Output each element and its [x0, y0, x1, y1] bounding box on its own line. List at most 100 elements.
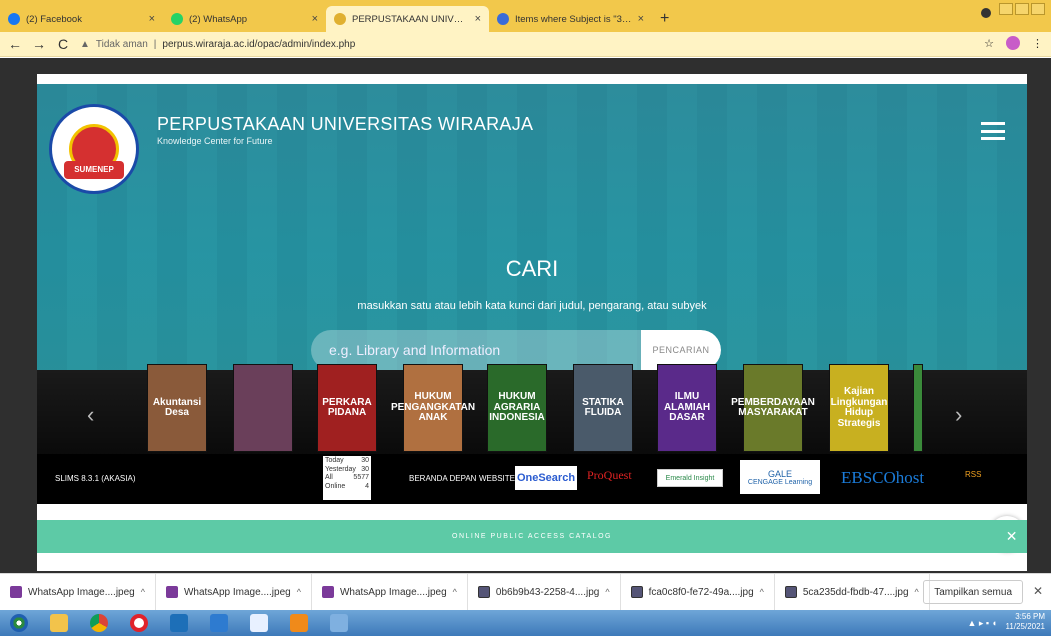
slims-version: SLIMS 8.3.1 (AKASIA) — [55, 474, 136, 483]
image-file-icon — [784, 586, 797, 598]
download-item[interactable]: fca0c8f0-fe72-49a....jpg ^ — [621, 573, 775, 611]
proquest-logo[interactable]: ProQuest — [587, 468, 632, 483]
book-cover[interactable]: Kajian Lingkungan Hidup Strategis — [829, 364, 889, 452]
word-icon[interactable] — [244, 612, 274, 634]
downloads-bar: WhatsApp Image....jpeg ^ WhatsApp Image..… — [0, 573, 1051, 611]
facebook-icon — [8, 13, 20, 25]
file-icon — [321, 586, 334, 598]
photos-icon[interactable] — [324, 612, 354, 634]
logo-band: SUMENEP — [64, 161, 124, 179]
opera-icon[interactable] — [124, 612, 154, 634]
close-downloads-icon[interactable]: ✕ — [1033, 584, 1043, 598]
whatsapp-icon — [171, 13, 183, 25]
image-file-icon — [477, 586, 490, 598]
reload-icon[interactable]: C — [56, 36, 70, 52]
taskbar: ▲ ▸ ▪ ◖ 3:56 PM 11/25/2021 — [0, 610, 1051, 636]
url-text[interactable]: perpus.wiraraja.ac.id/opac/admin/index.p… — [162, 39, 355, 50]
site-subtitle: Knowledge Center for Future — [157, 136, 273, 146]
emerald-logo[interactable]: Emerald Insight — [657, 469, 723, 487]
maximize-button[interactable] — [1015, 3, 1029, 15]
download-item[interactable]: 5ca235dd-fbdb-47....jpg ^ — [775, 573, 930, 611]
show-all-downloads-button[interactable]: Tampilkan semua — [923, 580, 1023, 604]
website-link[interactable]: WEBSITE — [479, 474, 515, 483]
book-cover[interactable]: PERKARA PIDANA — [317, 364, 377, 452]
repository-icon — [497, 13, 509, 25]
close-window-button[interactable] — [1031, 3, 1045, 15]
search-hint: masukkan satu atau lebih kata kunci dari… — [357, 300, 707, 312]
warning-icon: ▲ — [80, 38, 90, 50]
menu-dots-icon[interactable]: ⋮ — [1032, 37, 1043, 50]
clock[interactable]: 3:56 PM 11/25/2021 — [1006, 612, 1045, 632]
image-file-icon — [630, 586, 643, 598]
chevron-up-icon[interactable]: ^ — [605, 587, 609, 597]
book-cover[interactable]: HUKUM PENGANGKATAN ANAK — [391, 364, 475, 452]
chevron-up-icon[interactable]: ^ — [141, 587, 145, 597]
tab-items-subject[interactable]: Items where Subject is "300 – So × — [489, 6, 652, 32]
book-cover[interactable]: PEMBERDAYAAN MASYARAKAT — [731, 364, 815, 452]
gale-logo[interactable]: GALE CENGAGE Learning — [740, 460, 820, 494]
download-item[interactable]: WhatsApp Image....jpeg ^ — [312, 573, 468, 611]
file-icon — [165, 586, 178, 598]
carousel-next-icon[interactable]: › — [955, 402, 962, 428]
search-heading: CARI — [505, 256, 559, 281]
hamburger-menu-icon[interactable] — [981, 122, 1005, 140]
university-logo[interactable]: SUMENEP — [49, 104, 139, 194]
carousel-prev-icon[interactable]: ‹ — [87, 402, 94, 428]
chevron-up-icon[interactable]: ^ — [453, 587, 457, 597]
site-title[interactable]: PERPUSTAKAAN UNIVERSITAS WIRARAJA — [157, 114, 533, 135]
tab-whatsapp[interactable]: (2) WhatsApp × — [163, 6, 326, 32]
download-item[interactable]: WhatsApp Image....jpeg ^ — [156, 573, 312, 611]
address-bar: ← → C ▲ Tidak aman | perpus.wiraraja.ac.… — [0, 32, 1051, 57]
book-cover[interactable]: ILMU ALAMIAH DASAR — [657, 364, 717, 452]
download-item[interactable]: 0b6b9b43-2258-4....jpg ^ — [468, 573, 621, 611]
tray-icons[interactable]: ▲ ▸ ▪ ◖ — [967, 618, 997, 629]
book-carousel: ‹ Akuntansi Desa PERKARA PIDANA HUKUM PE… — [37, 364, 1027, 454]
minimize-button[interactable] — [999, 3, 1013, 15]
address-actions: ☆ ⋮ — [984, 36, 1043, 50]
security-label: Tidak aman — [95, 38, 148, 50]
start-button[interactable] — [4, 612, 34, 634]
page-viewport: SUMENEP PERPUSTAKAAN UNIVERSITAS WIRARAJ… — [0, 58, 1051, 573]
opac-bar: ONLINE PUBLIC ACCESS CATALOG ✕ — [37, 520, 1027, 553]
chevron-up-icon[interactable]: ^ — [297, 587, 301, 597]
opac-label: ONLINE PUBLIC ACCESS CATALOG — [452, 533, 612, 540]
rss-link[interactable]: RSS — [965, 470, 981, 479]
onesearch-logo[interactable]: OneSearch — [515, 466, 577, 490]
tab-perpustakaan[interactable]: PERPUSTAKAAN UNIVERSITAS W × — [326, 6, 489, 32]
beranda-link[interactable]: BERANDA DEPAN — [409, 474, 476, 483]
footer-bar: SLIMS 8.3.1 (AKASIA) Today 30 Yesterday 30… — [37, 454, 1027, 552]
publisher-icon[interactable] — [164, 612, 194, 634]
file-icon — [10, 586, 22, 598]
library-icon — [334, 13, 346, 25]
close-tab-icon[interactable]: × — [149, 13, 155, 25]
close-icon[interactable]: ✕ — [1006, 528, 1019, 545]
forward-icon[interactable]: → — [32, 36, 46, 52]
tab-facebook[interactable]: (2) Facebook × — [0, 6, 163, 32]
library-page: SUMENEP PERPUSTAKAAN UNIVERSITAS WIRARAJ… — [37, 74, 1027, 571]
close-tab-icon[interactable]: × — [638, 13, 644, 25]
book-cover[interactable]: Akuntansi Desa — [147, 364, 207, 452]
profile-avatar[interactable] — [1006, 36, 1020, 50]
ebsco-logo[interactable]: EBSCOhost — [841, 468, 924, 488]
explorer-icon[interactable] — [44, 612, 74, 634]
back-icon[interactable]: ← — [8, 36, 22, 52]
download-item[interactable]: WhatsApp Image....jpeg ^ — [0, 573, 156, 611]
new-tab-button[interactable]: + — [652, 10, 677, 32]
window-controls — [999, 3, 1045, 15]
app-icon[interactable] — [204, 612, 234, 634]
chevron-up-icon[interactable]: ^ — [915, 587, 919, 597]
record-icon — [981, 8, 991, 18]
tab-strip: (2) Facebook × (2) WhatsApp × PERPUSTAKA… — [0, 0, 1051, 32]
close-tab-icon[interactable]: × — [475, 13, 481, 25]
chevron-up-icon[interactable]: ^ — [760, 587, 764, 597]
book-cover[interactable]: HUKUM AGRARIA INDONESIA — [487, 364, 547, 452]
capcut-icon[interactable] — [284, 612, 314, 634]
book-cover[interactable] — [233, 364, 293, 452]
book-cover[interactable]: STATIKA FLUIDA — [573, 364, 633, 452]
book-cover[interactable] — [913, 364, 923, 452]
close-tab-icon[interactable]: × — [312, 13, 318, 25]
visitor-stats: Today 30 Yesterday 30 All 5577 Online 4 — [323, 456, 371, 500]
bookmark-star-icon[interactable]: ☆ — [984, 37, 994, 50]
chrome-icon[interactable] — [84, 612, 114, 634]
url-field[interactable]: ▲ Tidak aman | perpus.wiraraja.ac.id/opa… — [80, 39, 355, 50]
